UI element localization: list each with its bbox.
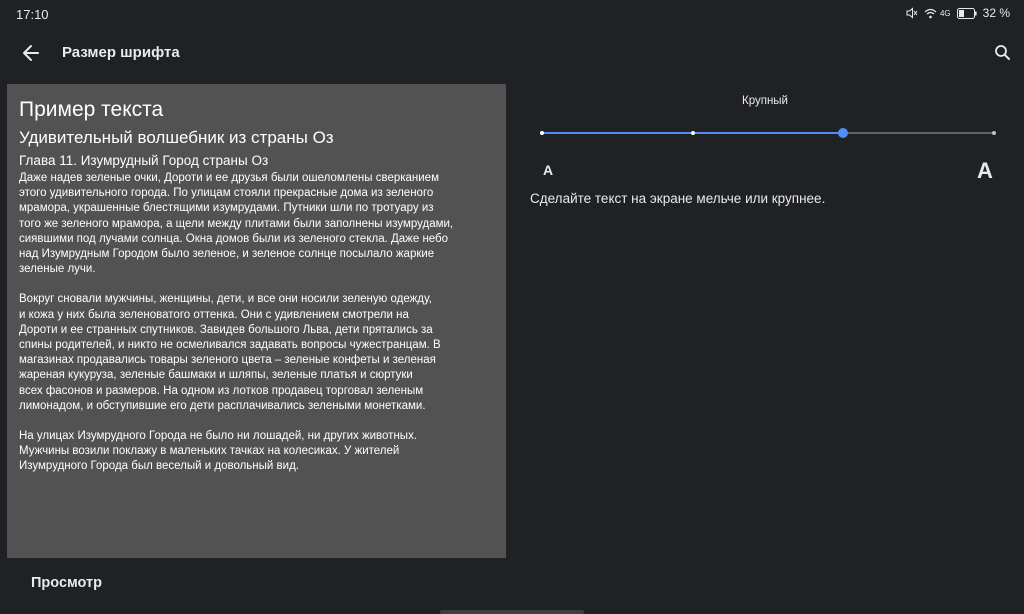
preview-paragraph: На улицах Изумрудного Города не было ни …	[19, 430, 418, 473]
arrow-back-icon	[23, 45, 39, 61]
font-size-settings-screen: 17:10 4G 32 % Размер шрифта Пример текст…	[0, 0, 1024, 614]
battery-icon	[956, 7, 977, 19]
search-icon	[995, 45, 1010, 60]
font-size-slider[interactable]	[540, 126, 996, 140]
preview-paragraph: Даже надев зеленые очки, Дороти и ее дру…	[19, 172, 454, 276]
font-size-description: Сделайте текст на экране мельче или круп…	[530, 191, 826, 206]
preview-heading: Пример текста	[19, 98, 164, 121]
page-title: Размер шрифта	[62, 44, 180, 61]
large-text-glyph: A	[977, 158, 993, 183]
app-bar: Размер шрифта	[0, 32, 1024, 74]
status-bar: 17:10 4G 32 %	[0, 0, 1024, 28]
gesture-nav-handle[interactable]	[440, 610, 584, 614]
small-text-glyph: A	[543, 162, 554, 178]
preview-panel: Пример текста Удивительный волшебник из …	[7, 84, 506, 558]
back-button[interactable]	[18, 40, 46, 66]
battery-percent: 32 %	[982, 6, 1010, 20]
slider-tick[interactable]	[690, 131, 695, 135]
slider-thumb[interactable]	[838, 128, 849, 138]
slider-tick[interactable]	[992, 131, 996, 135]
preview-chapter: Глава 11. Изумрудный Город страны Оз	[19, 153, 269, 168]
slider-tick[interactable]	[540, 131, 544, 135]
search-button[interactable]	[992, 42, 1014, 64]
font-size-current-label: Крупный	[742, 95, 788, 107]
status-time: 17:10	[16, 7, 49, 22]
preview-paragraph: Вокруг сновали мужчины, женщины, дети, и…	[19, 293, 441, 412]
network-type: 4G	[939, 8, 951, 18]
preview-book-title: Удивительный волшебник из страны Оз	[19, 128, 334, 147]
status-icons: 4G 32 %	[906, 6, 1010, 20]
slider-track-inactive	[843, 132, 994, 134]
wifi-icon	[924, 8, 937, 19]
preview-section-label: Просмотр	[31, 575, 102, 591]
mute-icon	[906, 7, 918, 19]
